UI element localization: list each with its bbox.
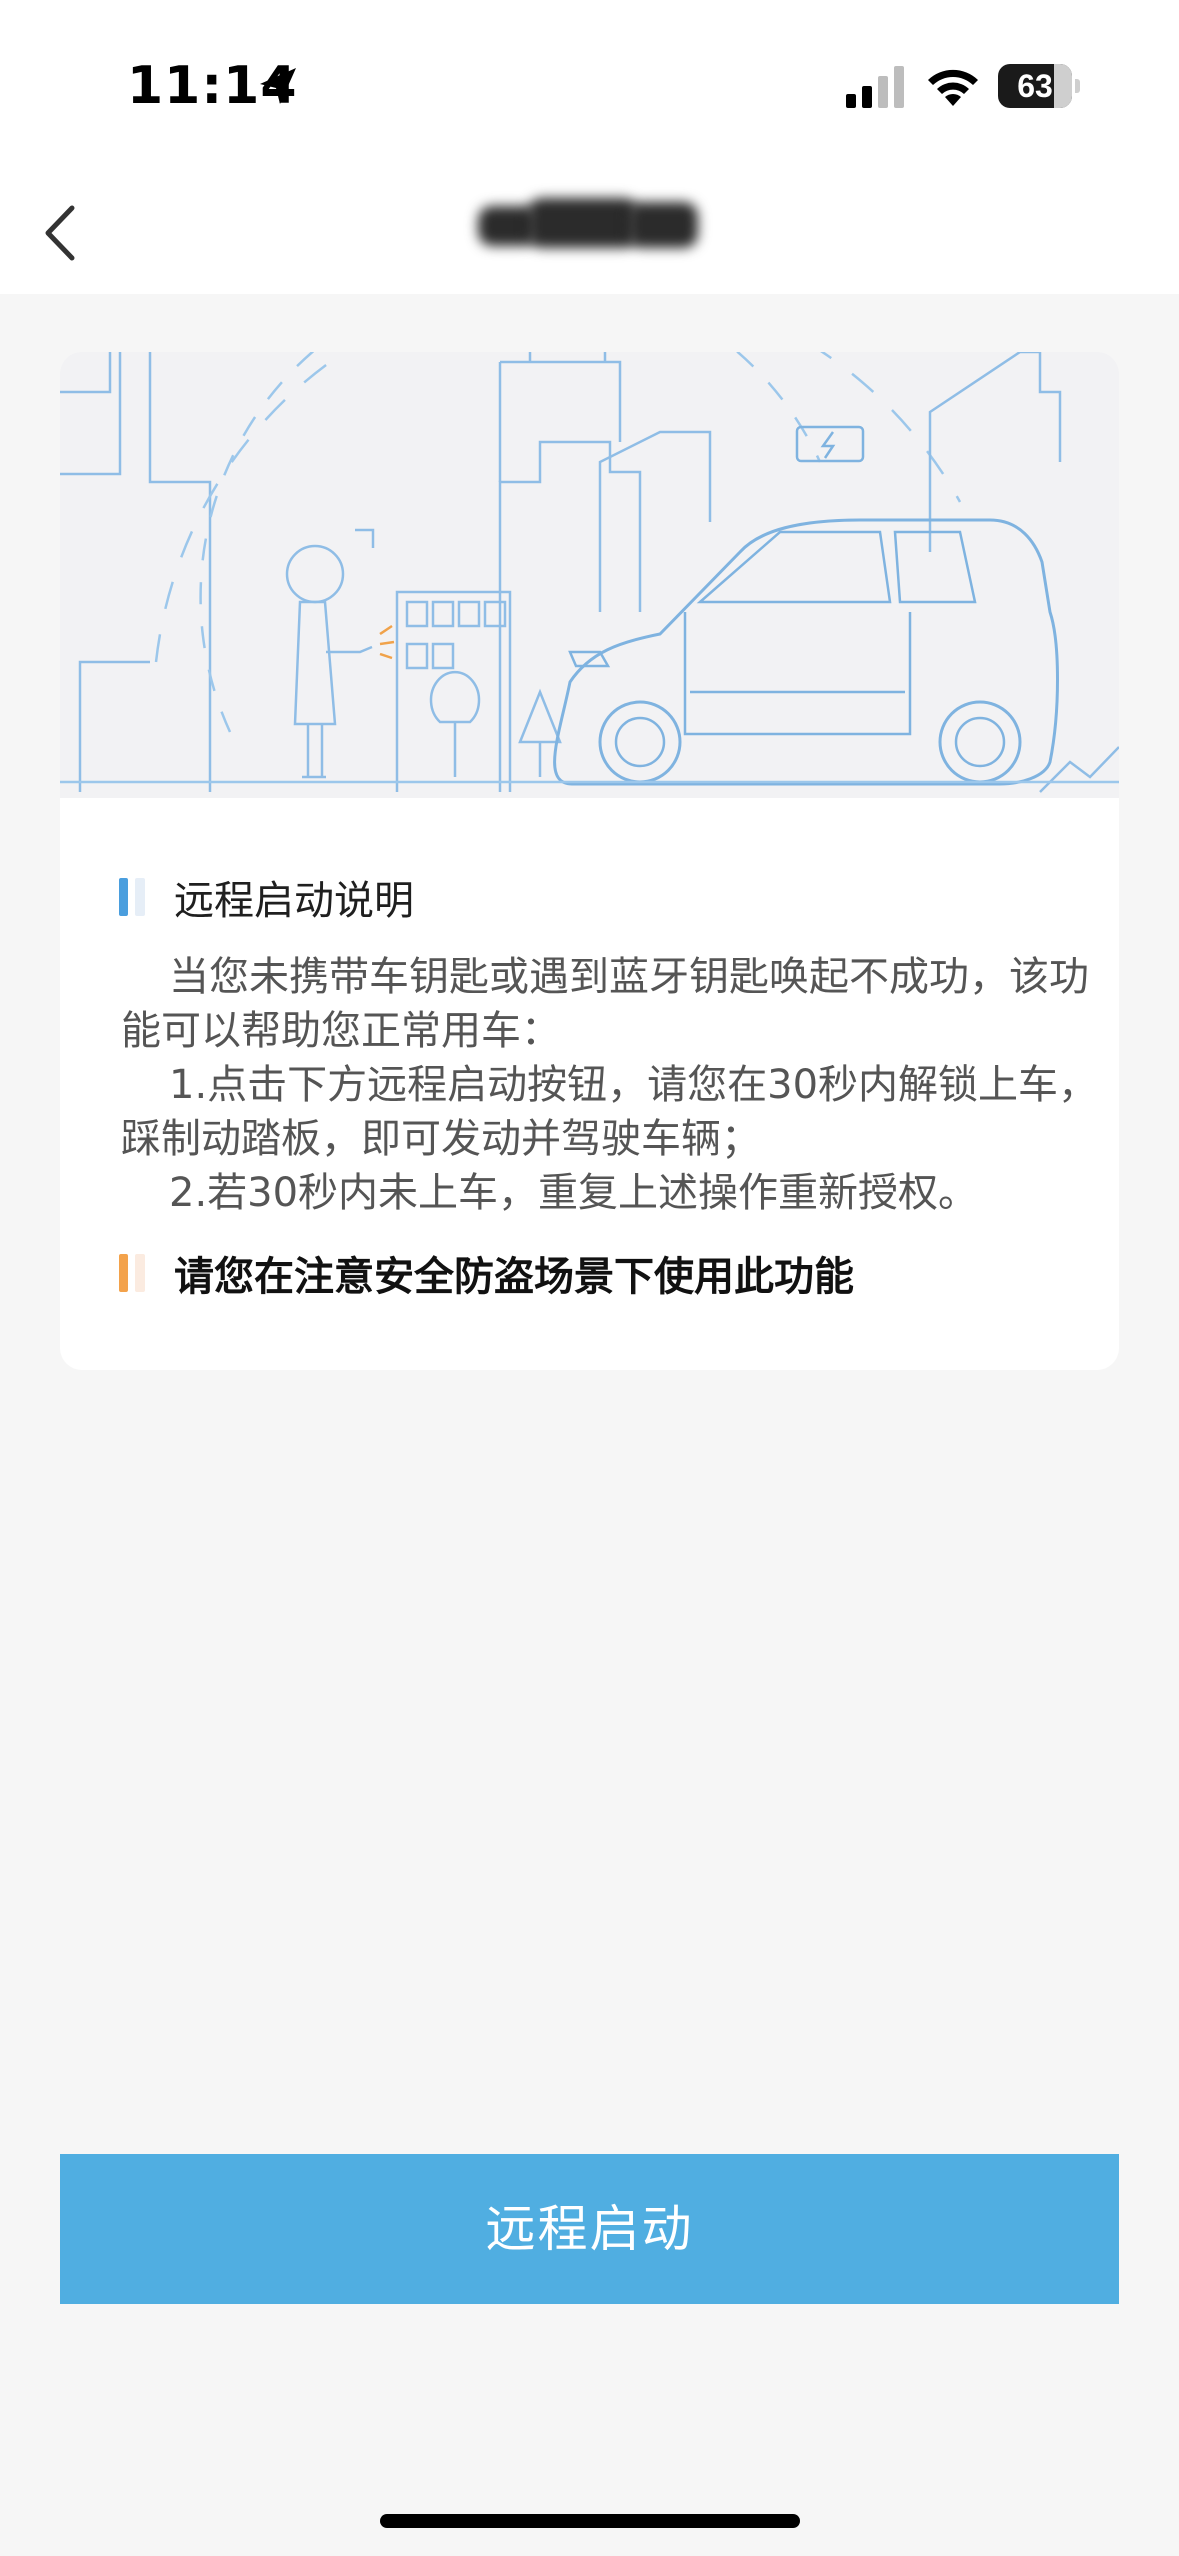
section-title: 远程启动说明 <box>174 878 414 924</box>
chevron-left-icon[interactable] <box>30 190 100 270</box>
battery-icon: 63 <box>998 64 1080 108</box>
section-marker <box>119 878 145 916</box>
battery-level: 63 <box>1017 68 1053 104</box>
instruction-paragraph: 当您未携带车钥匙或遇到蓝牙钥匙唤起不成功，该功能可以帮助您正常用车： <box>121 954 1089 1054</box>
status-bar: 11:14 63 <box>0 0 1179 170</box>
safety-warning: 请您在注意安全防盗场景下使用此功能 <box>174 1254 854 1300</box>
location-arrow-icon <box>260 68 296 104</box>
remote-start-info-card: 远程启动说明 当您未携带车钥匙或遇到蓝牙钥匙唤起不成功，该功能可以帮助您正常用车… <box>60 352 1119 1370</box>
page-title-redacted <box>478 196 700 252</box>
cellular-signal-icon <box>846 66 904 108</box>
instruction-step-1: 1.点击下方远程启动按钮，请您在30秒内解锁上车，踩制动踏板，即可发动并驾驶车辆… <box>121 1062 1099 1162</box>
instruction-step-2: 2.若30秒内未上车，重复上述操作重新授权。 <box>169 1170 979 1216</box>
remote-start-button[interactable]: 远程启动 <box>60 2154 1119 2304</box>
warning-marker <box>119 1254 145 1292</box>
nav-bar <box>0 170 1179 294</box>
instruction-text: 当您未携带车钥匙或遇到蓝牙钥匙唤起不成功，该功能可以帮助您正常用车： 1.点击下… <box>121 950 1101 1220</box>
home-indicator[interactable] <box>380 2514 800 2528</box>
remote-start-illustration <box>60 352 1119 798</box>
wifi-icon <box>928 69 978 106</box>
remote-start-label: 远程启动 <box>485 2201 694 2257</box>
